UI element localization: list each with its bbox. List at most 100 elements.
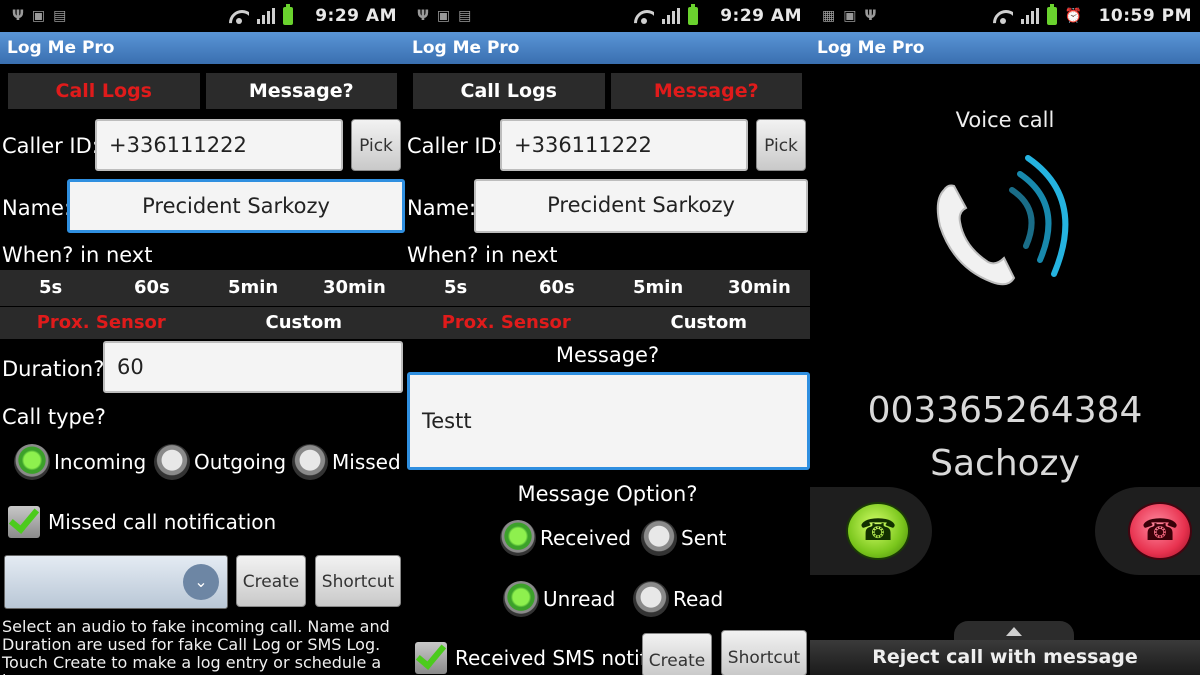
- caller-number: 003365264384: [867, 390, 1143, 431]
- preset-30min[interactable]: 30min: [304, 270, 405, 306]
- tab-call-logs[interactable]: Call Logs: [8, 73, 200, 109]
- answer-icon[interactable]: ☎: [846, 502, 910, 560]
- message-screen: Ψ ▣ ▤ 9:29 AM Log Me Pro Call Logs Messa…: [405, 0, 810, 675]
- caller-id-input[interactable]: +336111222: [500, 119, 748, 171]
- radio-read[interactable]: Read: [633, 581, 723, 617]
- tab-message[interactable]: Message?: [205, 73, 397, 109]
- name-label: Name:: [2, 196, 72, 220]
- reject-icon[interactable]: ☎: [1128, 502, 1192, 560]
- android-icon: ▣: [31, 8, 46, 24]
- prox-sensor-button[interactable]: Prox. Sensor: [0, 307, 203, 339]
- name-label: Name:: [407, 196, 477, 220]
- status-bar: ▦ ▣ Ψ ⏰ 10:59 PM: [810, 0, 1200, 32]
- usb-icon: Ψ: [864, 8, 877, 24]
- radio-incoming[interactable]: Incoming: [14, 444, 146, 480]
- phone-icon: [936, 155, 1069, 286]
- signal-icon: [662, 8, 680, 24]
- radio-outgoing[interactable]: Outgoing: [154, 444, 286, 480]
- radio-missed[interactable]: Missed: [292, 444, 401, 480]
- radio-sent[interactable]: Sent: [641, 520, 727, 556]
- preset-5s[interactable]: 5s: [405, 270, 506, 306]
- battery-icon: [283, 4, 293, 25]
- pick-button[interactable]: Pick: [351, 119, 401, 171]
- call-logs-screen: Ψ ▣ ▤ 9:29 AM Log Me Pro Call Logs Messa…: [0, 0, 405, 675]
- radio-unselected-icon: [292, 444, 328, 480]
- when-label: When? in next: [2, 243, 153, 267]
- caller-id-input[interactable]: +336111222: [95, 119, 343, 171]
- radio-received-label: Received: [540, 526, 631, 550]
- time-presets: 5s 60s 5min 30min: [0, 270, 405, 306]
- app-title: Log Me Pro: [0, 32, 405, 64]
- radio-unselected-icon: [154, 444, 190, 480]
- app-title: Log Me Pro: [810, 32, 1200, 64]
- status-bar: Ψ ▣ ▤ 9:29 AM: [405, 0, 810, 32]
- sd-card-icon: ▤: [53, 8, 67, 24]
- custom-button[interactable]: Custom: [203, 307, 406, 339]
- name-input[interactable]: Precident Sarkozy: [474, 179, 808, 233]
- status-time: 9:29 AM: [720, 6, 802, 26]
- usb-icon: Ψ: [417, 8, 429, 24]
- trigger-modes: Prox. Sensor Custom: [405, 307, 810, 339]
- caller-name: Sachozy: [930, 443, 1080, 484]
- status-time: 9:29 AM: [315, 6, 397, 26]
- call-type-label: Call type?: [2, 405, 106, 429]
- time-presets: 5s 60s 5min 30min: [405, 270, 810, 306]
- checkmark-icon: [415, 642, 447, 674]
- signal-icon: [257, 8, 275, 24]
- reject-with-message-bar[interactable]: Reject call with message: [810, 640, 1200, 675]
- android-icon: ▣: [843, 8, 857, 24]
- shortcut-button[interactable]: Shortcut: [721, 630, 807, 675]
- checkmark-icon: [8, 506, 40, 538]
- battery-icon: [688, 4, 698, 25]
- shortcut-button[interactable]: Shortcut: [315, 555, 401, 607]
- duration-label: Duration?: [2, 357, 105, 381]
- name-input[interactable]: Precident Sarkozy: [67, 179, 405, 233]
- preset-5s[interactable]: 5s: [0, 270, 101, 306]
- message-input[interactable]: Testt: [407, 372, 810, 470]
- preset-5min[interactable]: 5min: [608, 270, 709, 306]
- tab-message[interactable]: Message?: [610, 73, 802, 109]
- radio-unread[interactable]: Unread: [503, 581, 615, 617]
- tab-bar: Call Logs Message?: [8, 73, 397, 109]
- create-button[interactable]: Create: [642, 633, 712, 675]
- sd-card-icon: ▤: [458, 8, 472, 24]
- tab-call-logs[interactable]: Call Logs: [413, 73, 605, 109]
- radio-unselected-icon: [633, 581, 669, 617]
- audio-select[interactable]: ⌄: [4, 555, 228, 609]
- preset-5min[interactable]: 5min: [203, 270, 304, 306]
- usb-icon: Ψ: [12, 8, 24, 24]
- radio-read-label: Read: [673, 587, 724, 611]
- call-type-title: Voice call: [955, 108, 1055, 132]
- received-sms-checkbox[interactable]: Received SMS notif: [415, 642, 647, 674]
- preset-60s[interactable]: 60s: [101, 270, 202, 306]
- caller-id-label: Caller ID:: [2, 134, 99, 158]
- create-button[interactable]: Create: [236, 555, 306, 607]
- battery-icon: [1046, 4, 1057, 25]
- caller-id-label: Caller ID:: [407, 134, 504, 158]
- preset-30min[interactable]: 30min: [709, 270, 810, 306]
- when-label: When? in next: [407, 243, 558, 267]
- up-arrow-icon: [1006, 627, 1022, 636]
- signal-icon: [1020, 8, 1039, 24]
- app-title: Log Me Pro: [405, 32, 810, 64]
- radio-unselected-icon: [641, 520, 677, 556]
- duration-input[interactable]: 60: [103, 341, 403, 393]
- alarm-icon: ⏰: [1064, 8, 1082, 24]
- preset-60s[interactable]: 60s: [506, 270, 607, 306]
- chevron-down-icon: ⌄: [183, 564, 219, 600]
- radio-incoming-label: Incoming: [54, 450, 147, 474]
- missed-notification-checkbox[interactable]: Missed call notification: [8, 506, 276, 538]
- radio-received[interactable]: Received: [500, 520, 631, 556]
- radio-unread-label: Unread: [543, 587, 616, 611]
- incoming-call-screen: ▦ ▣ Ψ ⏰ 10:59 PM Log Me Pro Voice call 0…: [810, 0, 1200, 675]
- trigger-modes: Prox. Sensor Custom: [0, 307, 405, 339]
- radio-selected-icon: [500, 520, 536, 556]
- prox-sensor-button[interactable]: Prox. Sensor: [405, 307, 608, 339]
- pick-button[interactable]: Pick: [756, 119, 806, 171]
- message-option-label: Message Option?: [517, 482, 698, 506]
- wifi-icon: [993, 8, 1013, 24]
- radio-selected-icon: [503, 581, 539, 617]
- custom-button[interactable]: Custom: [608, 307, 811, 339]
- help-text: Select an audio to fake incoming call. N…: [2, 617, 390, 675]
- message-label: Message?: [555, 343, 660, 367]
